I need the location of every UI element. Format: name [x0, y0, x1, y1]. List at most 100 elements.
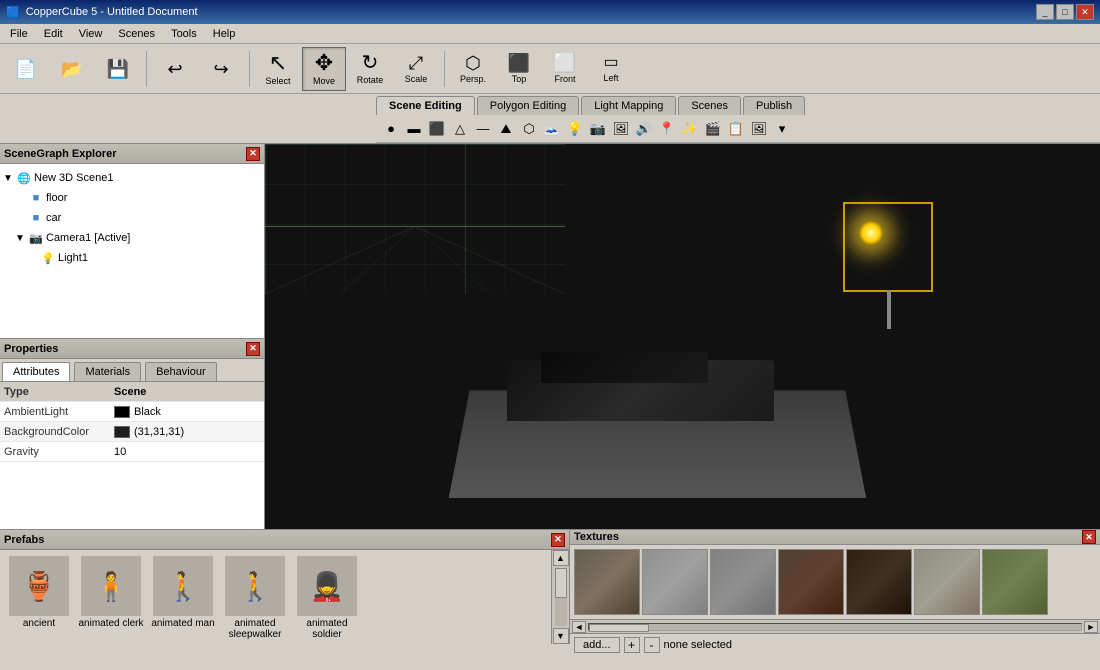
prop-ambient-row: AmbientLight Black [0, 402, 264, 422]
prefab-clerk-label: animated clerk [78, 618, 143, 629]
tb-plane-icon[interactable]: ▬ [403, 118, 425, 140]
tb-cube-icon[interactable]: ⬛ [426, 118, 448, 140]
top-view-button[interactable]: ⬛ Top [497, 47, 541, 91]
open-file-icon: 📂 [61, 60, 83, 78]
menu-help[interactable]: Help [205, 26, 244, 42]
textures-add-button[interactable]: add... [574, 637, 620, 653]
prefab-animated-clerk[interactable]: 🧍 animated clerk [76, 554, 146, 631]
texture-6[interactable] [914, 549, 980, 615]
floor-node-label: floor [46, 192, 67, 204]
persp-view-button[interactable]: ⬡ Persp. [451, 47, 495, 91]
main-area: SceneGraph Explorer ✕ ▼ 🌐 New 3D Scene1 … [0, 144, 1100, 529]
select-label: Select [265, 76, 290, 86]
textures-close-button[interactable]: ✕ [1082, 530, 1096, 544]
front-view-button[interactable]: ⬜ Front [543, 47, 587, 91]
tab-scene-editing[interactable]: Scene Editing [376, 96, 475, 115]
scale-icon: ⤢ [409, 54, 423, 72]
menu-tools[interactable]: Tools [163, 26, 205, 42]
textures-minus-button[interactable]: - [644, 637, 660, 653]
tb-light-icon[interactable]: 💡 [564, 118, 586, 140]
tab-publish[interactable]: Publish [743, 96, 805, 115]
tb-particle-icon[interactable]: ✨ [679, 118, 701, 140]
menu-edit[interactable]: Edit [36, 26, 71, 42]
tree-item-scene[interactable]: ▼ 🌐 New 3D Scene1 [2, 168, 262, 188]
new-file-button[interactable]: 📄 [4, 47, 48, 91]
prefabs-close-button[interactable]: ✕ [551, 533, 565, 547]
tb-2doverlay-icon[interactable]: 🖼 [748, 118, 770, 140]
prefab-sleepwalker[interactable]: 🚶 animated sleepwalker [220, 554, 290, 642]
menu-scenes[interactable]: Scenes [110, 26, 163, 42]
prop-ambient-label: AmbientLight [0, 406, 110, 418]
texture-4[interactable] [778, 549, 844, 615]
texture-7[interactable] [982, 549, 1048, 615]
tb-cone-icon[interactable]: △ [449, 118, 471, 140]
tree-item-floor[interactable]: ■ floor [14, 188, 262, 208]
open-file-button[interactable]: 📂 [50, 47, 94, 91]
tree-item-car[interactable]: ■ car [14, 208, 262, 228]
prop-ambient-value: Black [110, 406, 264, 418]
tb-sphere-icon[interactable]: ● [380, 118, 402, 140]
prop-tab-attributes[interactable]: Attributes [2, 362, 70, 381]
prefab-soldier[interactable]: 💂 animated soldier [292, 554, 362, 642]
undo-button[interactable]: ↩ [153, 47, 197, 91]
tb-camera-icon[interactable]: 📷 [587, 118, 609, 140]
prefabs-scroll-thumb[interactable] [555, 568, 567, 598]
tb-heightmap-icon[interactable]: 🗻 [541, 118, 563, 140]
prefab-man-label: animated man [151, 618, 214, 629]
left-view-button[interactable]: ▭ Left [589, 47, 633, 91]
tex-scroll-thumb[interactable] [589, 624, 649, 632]
prefabs-title: Prefabs [4, 534, 44, 546]
texture-5[interactable] [846, 549, 912, 615]
scale-tool-button[interactable]: ⤢ Scale [394, 47, 438, 91]
tree-item-light[interactable]: 💡 Light1 [26, 248, 262, 268]
texture-2[interactable] [642, 549, 708, 615]
scenegraph-close-button[interactable]: ✕ [246, 147, 260, 161]
select-tool-button[interactable]: ↖ Select [256, 47, 300, 91]
tex-scroll-left[interactable]: ◄ [572, 621, 586, 633]
tb-line-icon[interactable]: — [472, 118, 494, 140]
left-view-icon: ▭ [603, 55, 618, 71]
tex-scroll-track [588, 623, 1082, 631]
texture-1[interactable] [574, 549, 640, 615]
tab-polygon-editing[interactable]: Polygon Editing [477, 96, 579, 115]
tb-more-icon[interactable]: ▾ [771, 118, 793, 140]
menu-file[interactable]: File [2, 26, 36, 42]
close-button[interactable]: ✕ [1076, 4, 1094, 20]
tb-video-icon[interactable]: 🎬 [702, 118, 724, 140]
save-file-button[interactable]: 💾 [96, 47, 140, 91]
prop-tab-materials[interactable]: Materials [74, 362, 141, 381]
minimize-button[interactable]: _ [1036, 4, 1054, 20]
properties-close-button[interactable]: ✕ [246, 342, 260, 356]
textures-scrollbar: ◄ ► [570, 619, 1100, 633]
ambient-color-swatch[interactable] [114, 406, 130, 418]
tab-scenes[interactable]: Scenes [678, 96, 741, 115]
tab-light-mapping[interactable]: Light Mapping [581, 96, 676, 115]
front-label: Front [554, 74, 575, 84]
texture-3[interactable] [710, 549, 776, 615]
prefab-ancient[interactable]: 🏺 ancient [4, 554, 74, 631]
redo-button[interactable]: ↪ [199, 47, 243, 91]
bgcolor-color-swatch[interactable] [114, 426, 130, 438]
tree-item-camera[interactable]: ▼ 📷 Camera1 [Active] [14, 228, 262, 248]
textures-plus-button[interactable]: + [624, 637, 640, 653]
tb-terrain-icon[interactable]: ⛰ [495, 118, 517, 140]
maximize-button[interactable]: □ [1056, 4, 1074, 20]
prefabs-scroll-down[interactable]: ▼ [553, 628, 569, 644]
menu-view[interactable]: View [71, 26, 111, 42]
prop-tab-behaviour[interactable]: Behaviour [145, 362, 217, 381]
prefabs-scroll-up[interactable]: ▲ [553, 550, 569, 566]
prop-type-value: Scene [110, 386, 264, 398]
tb-overlay-icon[interactable]: 📋 [725, 118, 747, 140]
tex-scroll-right[interactable]: ► [1084, 621, 1098, 633]
tb-waypoint-icon[interactable]: 📍 [656, 118, 678, 140]
tb-sound-icon[interactable]: 🔊 [633, 118, 655, 140]
viewport[interactable] [265, 144, 1100, 529]
prefab-man-thumb: 🚶 [153, 556, 213, 616]
move-tool-button[interactable]: ✥ Move [302, 47, 346, 91]
scene-light-box [843, 202, 933, 292]
prefab-animated-man[interactable]: 🚶 animated man [148, 554, 218, 631]
menubar: File Edit View Scenes Tools Help [0, 24, 1100, 44]
tb-mesh-icon[interactable]: ⬡ [518, 118, 540, 140]
rotate-tool-button[interactable]: ↻ Rotate [348, 47, 392, 91]
tb-billboard-icon[interactable]: 🖼 [610, 118, 632, 140]
